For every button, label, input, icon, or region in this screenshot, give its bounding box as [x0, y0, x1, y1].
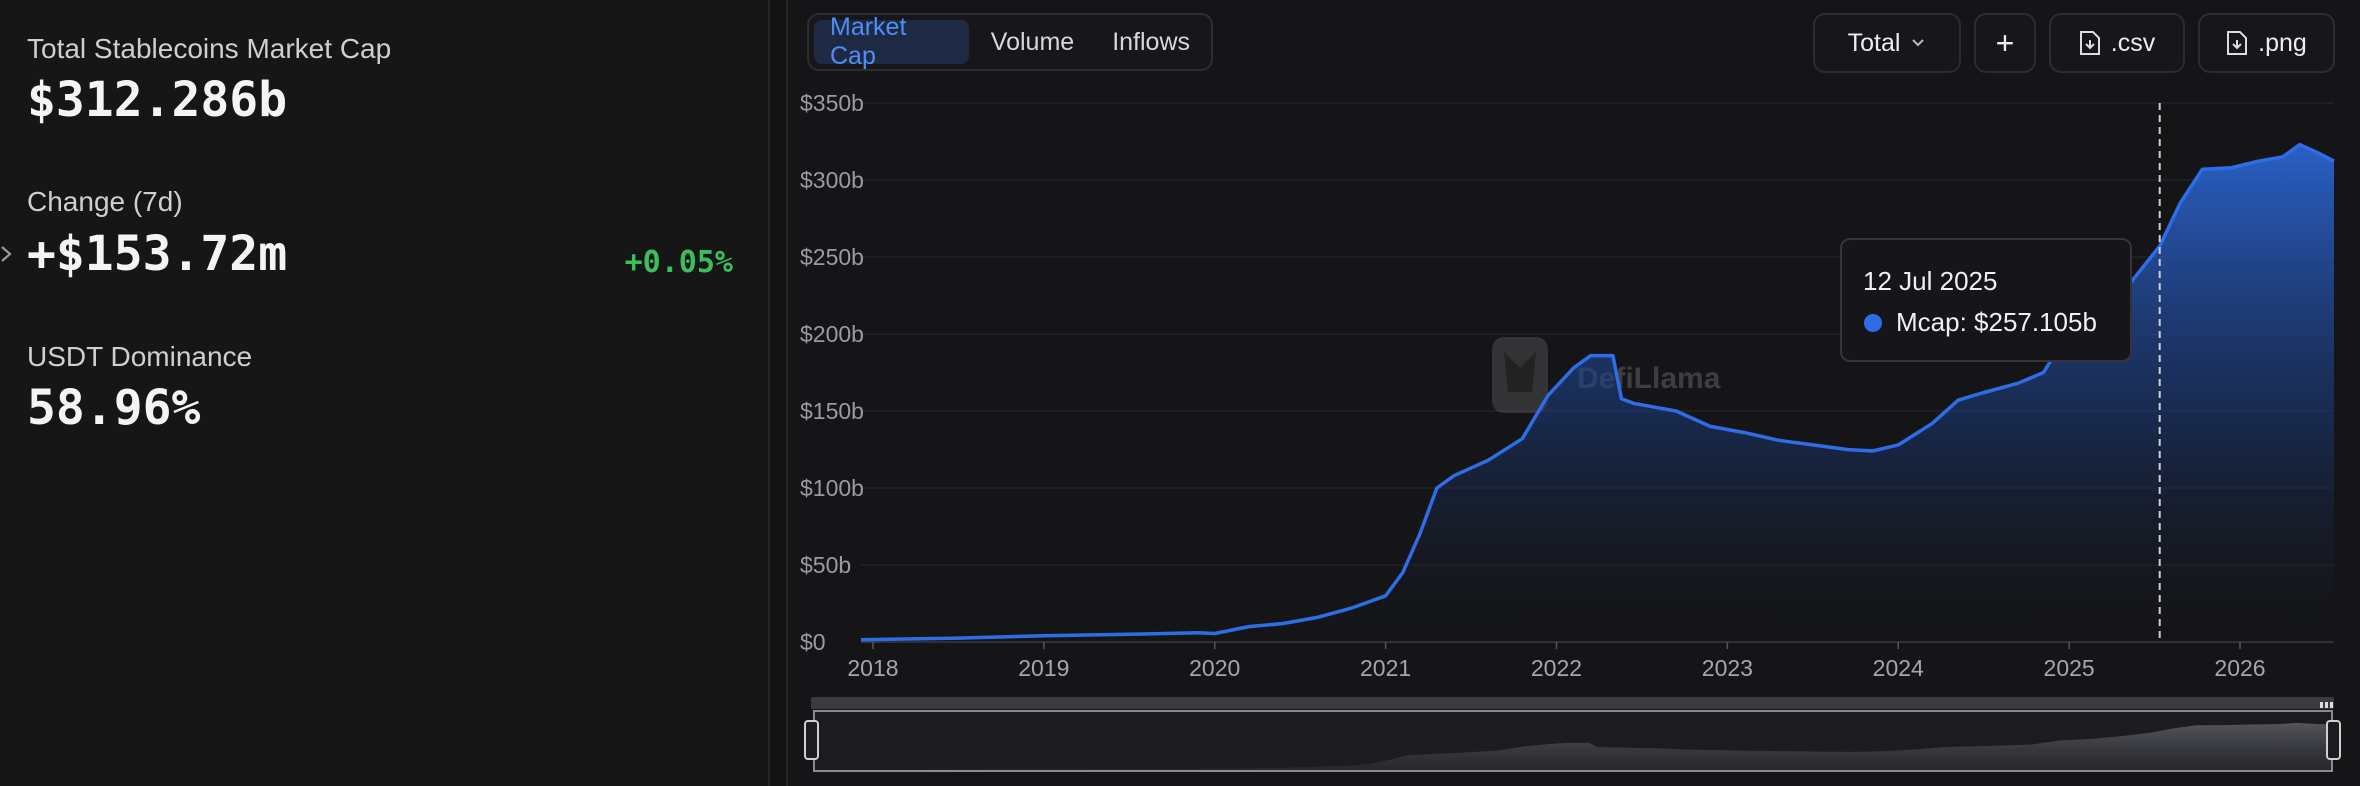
y-tick-label: $100b: [800, 475, 864, 501]
range-handle-right[interactable]: [2326, 720, 2341, 760]
download-png-button[interactable]: .png: [2198, 13, 2335, 73]
chart-tooltip: 12 Jul 2025 Mcap: $257.105b: [1840, 238, 2132, 362]
total-mcap-value: $312.286b: [27, 72, 288, 128]
y-tick-label: $300b: [800, 167, 864, 193]
download-file-icon: [2079, 31, 2100, 55]
market-cap-chart[interactable]: DefiLlama $0$50b$100b$150b$200b$250b$300…: [788, 0, 2360, 786]
x-tick-label: 2026: [2214, 655, 2265, 681]
y-tick-label: $50b: [800, 552, 851, 578]
csv-label: .csv: [2110, 28, 2156, 57]
change-7d-value: +$153.72m: [27, 226, 288, 282]
chart-panel: DefiLlama $0 $50b $100b $150b $200b $250b $300…: [786, 0, 2360, 786]
download-file-icon: [2227, 31, 2248, 55]
y-tick-label: $0: [800, 629, 826, 655]
x-tick-label: 2022: [1531, 655, 1582, 681]
total-dropdown-label: Total: [1847, 28, 1901, 57]
chart-type-tabs: Market Cap Volume Inflows: [807, 13, 1213, 71]
x-tick-label: 2024: [1873, 655, 1924, 681]
range-slider-grip: [2330, 702, 2333, 708]
add-button[interactable]: +: [1974, 13, 2036, 73]
usdt-dominance-label: USDT Dominance: [27, 341, 253, 372]
y-tick-label: $250b: [800, 244, 864, 270]
market-cap-area: [861, 144, 2334, 642]
y-tick-label: $150b: [800, 398, 864, 424]
x-tick-label: 2018: [847, 655, 898, 681]
chevron-right-icon[interactable]: [0, 244, 18, 264]
chevron-down-icon: [1912, 39, 1925, 47]
download-csv-button[interactable]: .csv: [2049, 13, 2185, 73]
tab-volume[interactable]: Volume: [975, 20, 1090, 64]
usdt-dominance-value: 58.96%: [27, 380, 201, 436]
y-tick-label: $350b: [800, 90, 864, 116]
tooltip-date: 12 Jul 2025: [1863, 266, 1998, 296]
total-dropdown[interactable]: Total: [1813, 13, 1961, 73]
stats-panel: Total Stablecoins Market Cap $312.286b C…: [0, 0, 770, 786]
y-tick-label: $200b: [800, 321, 864, 347]
series-color-dot: [1864, 314, 1882, 332]
total-mcap-label: Total Stablecoins Market Cap: [27, 33, 392, 64]
range-handle-left[interactable]: [804, 720, 819, 760]
range-slider-grip: [2325, 702, 2328, 708]
x-tick-label: 2023: [1702, 655, 1753, 681]
range-slider[interactable]: [804, 697, 2341, 772]
tab-market-cap[interactable]: Market Cap: [814, 13, 969, 70]
png-label: .png: [2258, 28, 2307, 57]
change-7d-percent: +0.05%: [624, 245, 733, 280]
x-tick-label: 2020: [1189, 655, 1240, 681]
plus-icon: +: [1995, 24, 2015, 61]
tab-inflows[interactable]: Inflows: [1096, 20, 1206, 64]
x-tick-label: 2021: [1360, 655, 1411, 681]
range-slider-grip: [2320, 702, 2323, 708]
change-7d-label: Change (7d): [27, 186, 183, 217]
x-tick-label: 2019: [1018, 655, 1069, 681]
tooltip-value: Mcap: $257.105b: [1896, 307, 2097, 337]
x-tick-label: 2025: [2044, 655, 2095, 681]
range-slider-bar[interactable]: [811, 697, 2334, 709]
